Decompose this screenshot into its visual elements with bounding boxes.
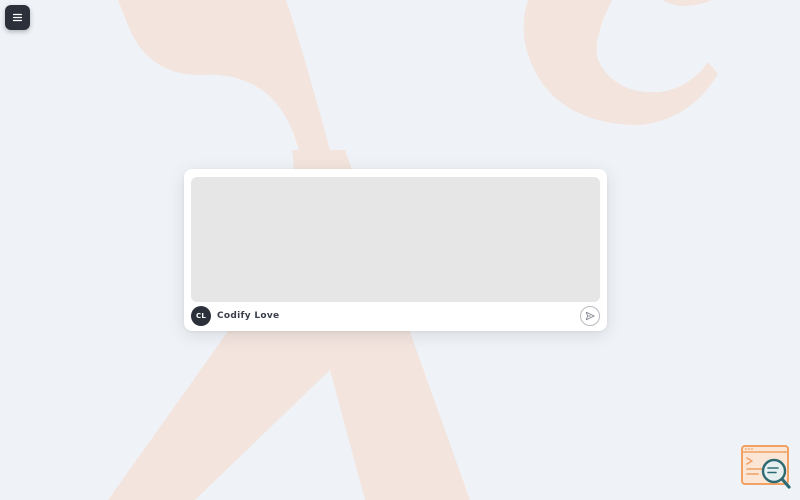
hamburger-icon — [12, 13, 23, 22]
code-search-logo — [741, 445, 791, 489]
send-icon — [585, 311, 595, 321]
author-name: Codify Love — [217, 311, 280, 321]
composer-footer: CL Codify Love — [191, 306, 600, 326]
avatar-initials: CL — [196, 312, 206, 320]
composer-card: CL Codify Love — [184, 169, 607, 331]
send-button[interactable] — [580, 306, 600, 326]
avatar: CL — [191, 306, 211, 326]
message-textarea[interactable] — [191, 177, 600, 302]
menu-button[interactable] — [5, 5, 30, 30]
